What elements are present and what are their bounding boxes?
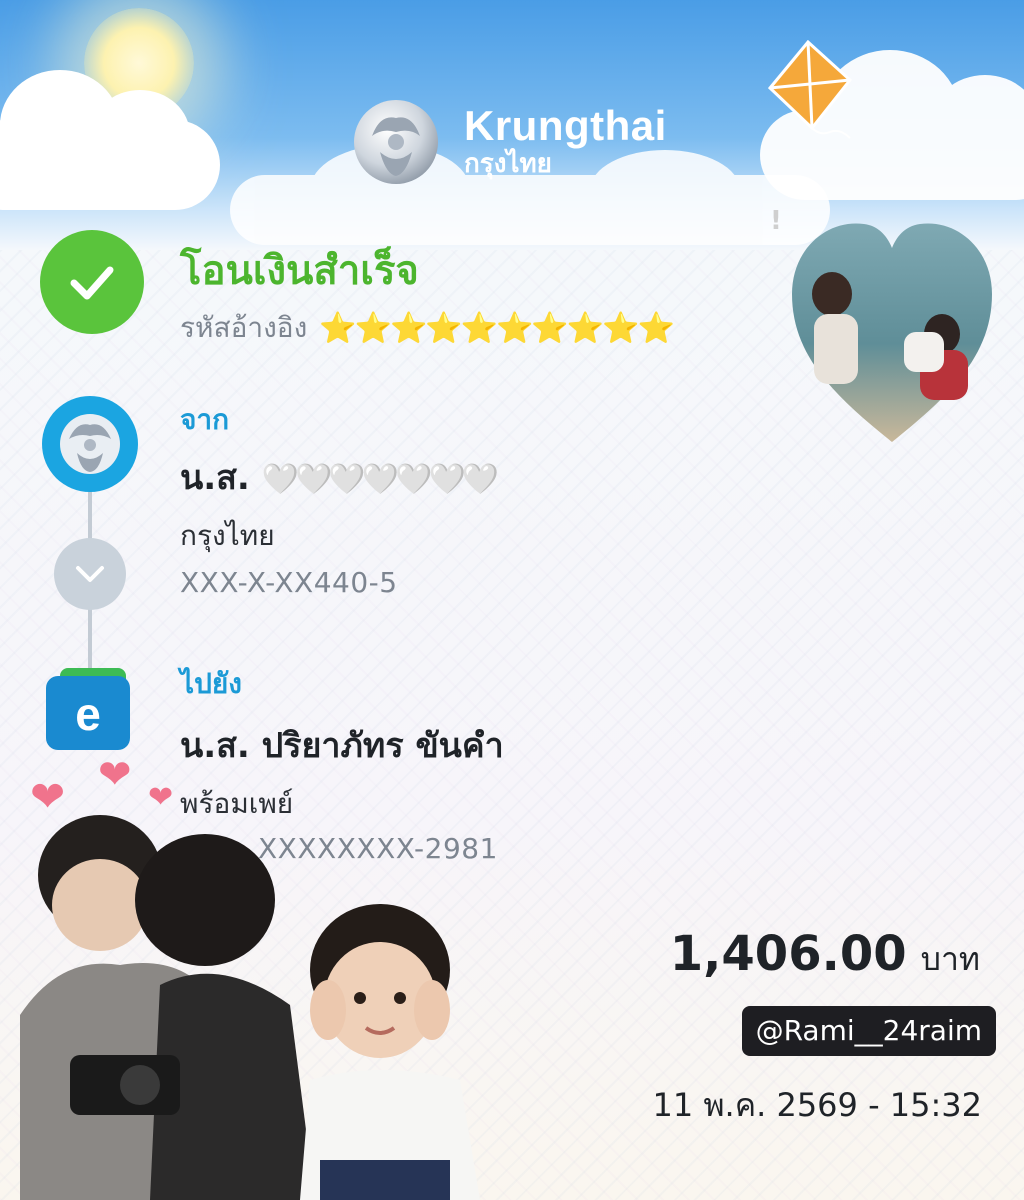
heart-photo-sticker	[792, 223, 992, 442]
svg-text:e: e	[75, 688, 101, 740]
from-bank-name: กรุงไทย	[180, 519, 275, 552]
heart-decoration: ❤	[30, 772, 66, 821]
couple-photo-sticker	[20, 815, 315, 1200]
to-name: น.ส. ปริยาภัทร ขันคำ	[180, 726, 504, 766]
heart-decoration: ❤	[98, 752, 132, 798]
chevron-down-icon	[76, 566, 104, 582]
amount-unit: บาท	[920, 940, 980, 978]
heart-decoration: ❤	[148, 780, 174, 815]
from-label: จาก	[180, 403, 230, 436]
success-check-badge	[40, 230, 144, 334]
bank-logo: Krungthai กรุงไทย	[350, 92, 690, 192]
from-name-prefix: น.ส.	[180, 458, 250, 498]
bank-avatar-icon	[60, 414, 120, 474]
kite-icon	[767, 40, 853, 139]
cloud-decoration	[0, 70, 220, 210]
from-name-mask: 🤍🤍🤍🤍🤍🤍🤍	[261, 462, 499, 497]
watermark-tag: @Rami__24raim	[741, 1006, 996, 1056]
reference-row: รหัสอ้างอิง ⭐⭐⭐⭐⭐⭐⭐⭐⭐⭐	[180, 306, 675, 350]
brand-name-en: Krungthai	[464, 102, 667, 149]
transfer-datetime: 11 พ.ค. 2569 - 15:32	[652, 1086, 982, 1124]
direction-indicator	[54, 538, 126, 610]
amount-value: 1,406.00	[669, 926, 907, 982]
from-account-number: XXX-X-XX440-5	[180, 566, 398, 599]
krungthai-bird-icon	[354, 100, 438, 184]
reference-mask: ⭐⭐⭐⭐⭐⭐⭐⭐⭐⭐	[319, 310, 675, 346]
to-label: ไปยัง	[180, 667, 242, 700]
brand-name-th: กรุงไทย	[464, 149, 552, 179]
from-name: น.ส. 🤍🤍🤍🤍🤍🤍🤍	[180, 450, 499, 504]
transfer-amount: 1,406.00 บาท	[670, 926, 980, 985]
e-wallet-icon: e	[46, 668, 130, 750]
reference-label: รหัสอ้างอิง	[180, 311, 308, 344]
status-title: โอนเงินสำเร็จ	[180, 248, 419, 294]
exclamation-decoration: !	[770, 206, 782, 236]
check-icon	[70, 266, 114, 300]
kid-photo-sticker	[300, 904, 480, 1200]
bank-logo-text: Krungthai กรุงไทย	[464, 104, 667, 180]
from-bank-avatar	[42, 396, 138, 492]
transfer-slip: Krungthai กรุงไทย โอนเงินสำเร็จ รหัสอ้าง…	[0, 0, 1024, 1200]
